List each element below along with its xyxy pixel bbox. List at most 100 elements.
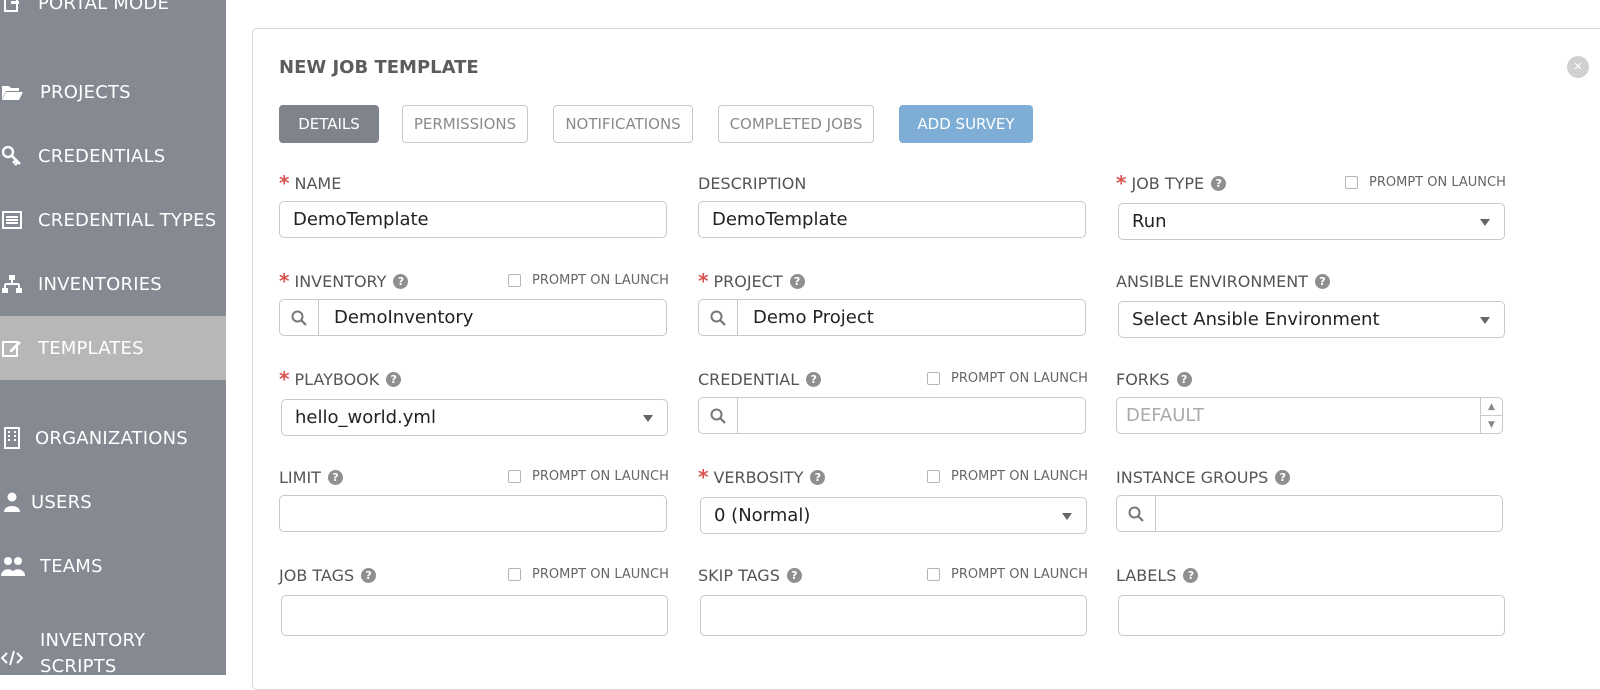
limit-prompt-on-launch[interactable]: PROMPT ON LAUNCH xyxy=(508,469,669,484)
search-icon[interactable] xyxy=(1117,496,1156,531)
job-tags-prompt-on-launch[interactable]: PROMPT ON LAUNCH xyxy=(508,567,669,582)
skip-tags-input[interactable] xyxy=(700,595,1087,636)
field-label: ANSIBLE ENVIRONMENT? xyxy=(1116,271,1330,291)
help-icon[interactable]: ? xyxy=(789,273,805,289)
ansible-environment-select[interactable]: Select Ansible Environment xyxy=(1118,301,1505,338)
tab-details[interactable]: DETAILS xyxy=(279,105,379,143)
help-icon[interactable]: ? xyxy=(361,567,377,583)
description-input[interactable]: DemoTemplate xyxy=(698,201,1086,238)
chevron-down-icon xyxy=(1480,218,1490,226)
sidebar-item-inventory-scripts[interactable]: INVENTORY SCRIPTS xyxy=(0,622,226,675)
forks-stepper[interactable]: ▲ ▼ xyxy=(1480,398,1502,433)
prompt-label: PROMPT ON LAUNCH xyxy=(532,469,669,484)
help-icon[interactable]: ? xyxy=(806,371,822,387)
credential-label: CREDENTIAL xyxy=(698,369,800,389)
select-value: hello_world.yml xyxy=(295,407,436,428)
add-survey-button[interactable]: ADD SURVEY xyxy=(899,105,1033,143)
limit-input[interactable] xyxy=(279,495,667,532)
skip-tags-label: SKIP TAGS xyxy=(698,565,780,585)
inventory-lookup[interactable]: DemoInventory xyxy=(279,299,667,336)
checkbox[interactable] xyxy=(1345,176,1358,189)
job-type-label: JOB TYPE xyxy=(1131,173,1205,193)
search-icon[interactable] xyxy=(699,300,738,335)
search-icon[interactable] xyxy=(699,398,738,433)
sidebar-item-inventories[interactable]: INVENTORIES xyxy=(0,252,226,316)
instance-groups-label: INSTANCE GROUPS xyxy=(1116,467,1269,487)
limit-label: LIMIT xyxy=(279,467,321,487)
sidebar-item-label: PROJECTS xyxy=(40,81,131,103)
key-icon xyxy=(0,144,24,168)
portal-icon xyxy=(0,0,24,15)
help-icon[interactable]: ? xyxy=(1275,469,1291,485)
labels-label: LABELS xyxy=(1116,565,1177,585)
checkbox[interactable] xyxy=(927,568,940,581)
folder-open-icon xyxy=(0,80,24,104)
help-icon[interactable]: ? xyxy=(1314,273,1330,289)
ansible-environment-field: ANSIBLE ENVIRONMENT? Select Ansible Envi… xyxy=(1116,271,1506,339)
sidebar-item-label: USERS xyxy=(31,491,92,513)
help-icon[interactable]: ? xyxy=(393,273,409,289)
credential-lookup[interactable] xyxy=(698,397,1086,434)
verbosity-select[interactable]: 0 (Normal) xyxy=(700,497,1087,534)
forks-input[interactable]: DEFAULT ▲ ▼ xyxy=(1116,397,1503,434)
description-field: DESCRIPTION DemoTemplate xyxy=(698,173,1088,241)
checkbox[interactable] xyxy=(927,372,940,385)
inventory-prompt-on-launch[interactable]: PROMPT ON LAUNCH xyxy=(508,273,669,288)
prompt-label: PROMPT ON LAUNCH xyxy=(951,371,1088,386)
sidebar-item-label: TEAMS xyxy=(40,555,103,577)
sidebar-item-credential-types[interactable]: CREDENTIAL TYPES xyxy=(0,188,226,252)
inventory-label: INVENTORY xyxy=(294,271,387,291)
job-type-select[interactable]: Run xyxy=(1118,203,1505,240)
instance-groups-lookup[interactable] xyxy=(1116,495,1503,532)
skip-tags-prompt-on-launch[interactable]: PROMPT ON LAUNCH xyxy=(927,567,1088,582)
job-type-prompt-on-launch[interactable]: PROMPT ON LAUNCH xyxy=(1345,175,1506,190)
sidebar-item-templates[interactable]: TEMPLATES xyxy=(0,316,226,380)
help-icon[interactable]: ? xyxy=(1176,371,1192,387)
chevron-down-icon xyxy=(1480,316,1490,324)
sidebar-item-users[interactable]: USERS xyxy=(0,470,226,534)
sidebar-item-label: TEMPLATES xyxy=(38,337,144,359)
tab-notifications[interactable]: NOTIFICATIONS xyxy=(553,105,693,143)
checkbox[interactable] xyxy=(508,568,521,581)
verbosity-prompt-on-launch[interactable]: PROMPT ON LAUNCH xyxy=(927,469,1088,484)
job-tags-input[interactable] xyxy=(281,595,668,636)
edit-icon xyxy=(0,336,24,360)
tab-permissions[interactable]: PERMISSIONS xyxy=(402,105,528,143)
credential-prompt-on-launch[interactable]: PROMPT ON LAUNCH xyxy=(927,371,1088,386)
help-icon[interactable]: ? xyxy=(810,469,826,485)
close-icon[interactable]: × xyxy=(1567,56,1589,78)
field-label: INSTANCE GROUPS? xyxy=(1116,467,1291,487)
job-tags-field: JOB TAGS? PROMPT ON LAUNCH xyxy=(279,565,669,645)
help-icon[interactable]: ? xyxy=(327,469,343,485)
field-label: * VERBOSITY? xyxy=(698,467,826,487)
checkbox[interactable] xyxy=(508,470,521,483)
help-icon[interactable]: ? xyxy=(386,371,402,387)
checkbox[interactable] xyxy=(927,470,940,483)
building-icon xyxy=(0,426,24,450)
required-mark: * xyxy=(279,171,290,195)
select-value: Run xyxy=(1132,211,1167,232)
search-icon[interactable] xyxy=(280,300,319,335)
playbook-select[interactable]: hello_world.yml xyxy=(281,399,668,436)
stepper-down-icon[interactable]: ▼ xyxy=(1481,415,1502,433)
sidebar-item-portal-mode[interactable]: PORTAL MODE xyxy=(0,0,226,35)
checkbox[interactable] xyxy=(508,274,521,287)
field-label: * PROJECT? xyxy=(698,271,805,291)
help-icon[interactable]: ? xyxy=(1211,175,1227,191)
stepper-up-icon[interactable]: ▲ xyxy=(1481,398,1502,415)
field-label: LIMIT? xyxy=(279,467,343,487)
inventory-field: * INVENTORY? PROMPT ON LAUNCH DemoInvento… xyxy=(279,271,669,339)
project-lookup[interactable]: Demo Project xyxy=(698,299,1086,336)
required-mark: * xyxy=(279,367,290,391)
help-icon[interactable]: ? xyxy=(786,567,802,583)
labels-input[interactable] xyxy=(1118,595,1505,636)
tab-completed-jobs[interactable]: COMPLETED JOBS xyxy=(718,105,874,143)
field-label: * INVENTORY? xyxy=(279,271,409,291)
name-input[interactable]: DemoTemplate xyxy=(279,201,667,238)
sidebar-item-teams[interactable]: TEAMS xyxy=(0,534,226,598)
sidebar-item-projects[interactable]: PROJECTS xyxy=(0,60,226,124)
sidebar-item-credentials[interactable]: CREDENTIALS xyxy=(0,124,226,188)
help-icon[interactable]: ? xyxy=(1183,567,1199,583)
name-field: * NAME DemoTemplate xyxy=(279,173,669,241)
sidebar-item-organizations[interactable]: ORGANIZATIONS xyxy=(0,406,226,470)
